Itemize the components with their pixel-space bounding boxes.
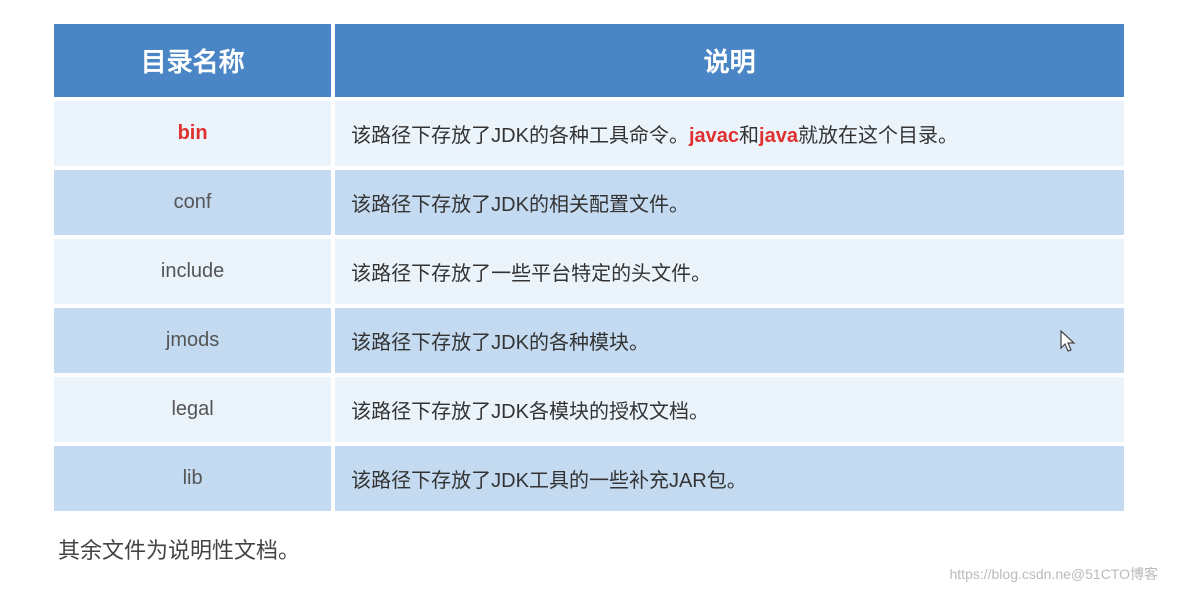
header-desc: 说明 (335, 24, 1124, 97)
dir-desc-include: 该路径下存放了一些平台特定的头文件。 (335, 239, 1124, 304)
table-row: conf 该路径下存放了JDK的相关配置文件。 (54, 170, 1124, 235)
dir-name-legal: legal (54, 377, 331, 442)
dir-name-include: include (54, 239, 331, 304)
jdk-directory-table: 目录名称 说明 bin 该路径下存放了JDK的各种工具命令。javac和java… (50, 20, 1128, 515)
table-row: lib 该路径下存放了JDK工具的一些补充JAR包。 (54, 446, 1124, 511)
table-row: bin 该路径下存放了JDK的各种工具命令。javac和java就放在这个目录。 (54, 101, 1124, 166)
header-name: 目录名称 (54, 24, 331, 97)
table-row: jmods 该路径下存放了JDK的各种模块。 (54, 308, 1124, 373)
dir-desc-conf: 该路径下存放了JDK的相关配置文件。 (335, 170, 1124, 235)
dir-desc-bin: 该路径下存放了JDK的各种工具命令。javac和java就放在这个目录。 (335, 101, 1124, 166)
watermark-text: https://blog.csdn.ne@51CTO博客 (950, 564, 1159, 584)
dir-name-conf: conf (54, 170, 331, 235)
footnote-text: 其余文件为说明性文档。 (50, 533, 1128, 565)
dir-name-jmods: jmods (54, 308, 331, 373)
table-row: legal 该路径下存放了JDK各模块的授权文档。 (54, 377, 1124, 442)
dir-desc-legal: 该路径下存放了JDK各模块的授权文档。 (335, 377, 1124, 442)
dir-name-bin: bin (178, 122, 208, 144)
dir-desc-lib: 该路径下存放了JDK工具的一些补充JAR包。 (335, 446, 1124, 511)
dir-desc-jmods: 该路径下存放了JDK的各种模块。 (335, 308, 1124, 373)
dir-name-lib: lib (54, 446, 331, 511)
table-row: include 该路径下存放了一些平台特定的头文件。 (54, 239, 1124, 304)
